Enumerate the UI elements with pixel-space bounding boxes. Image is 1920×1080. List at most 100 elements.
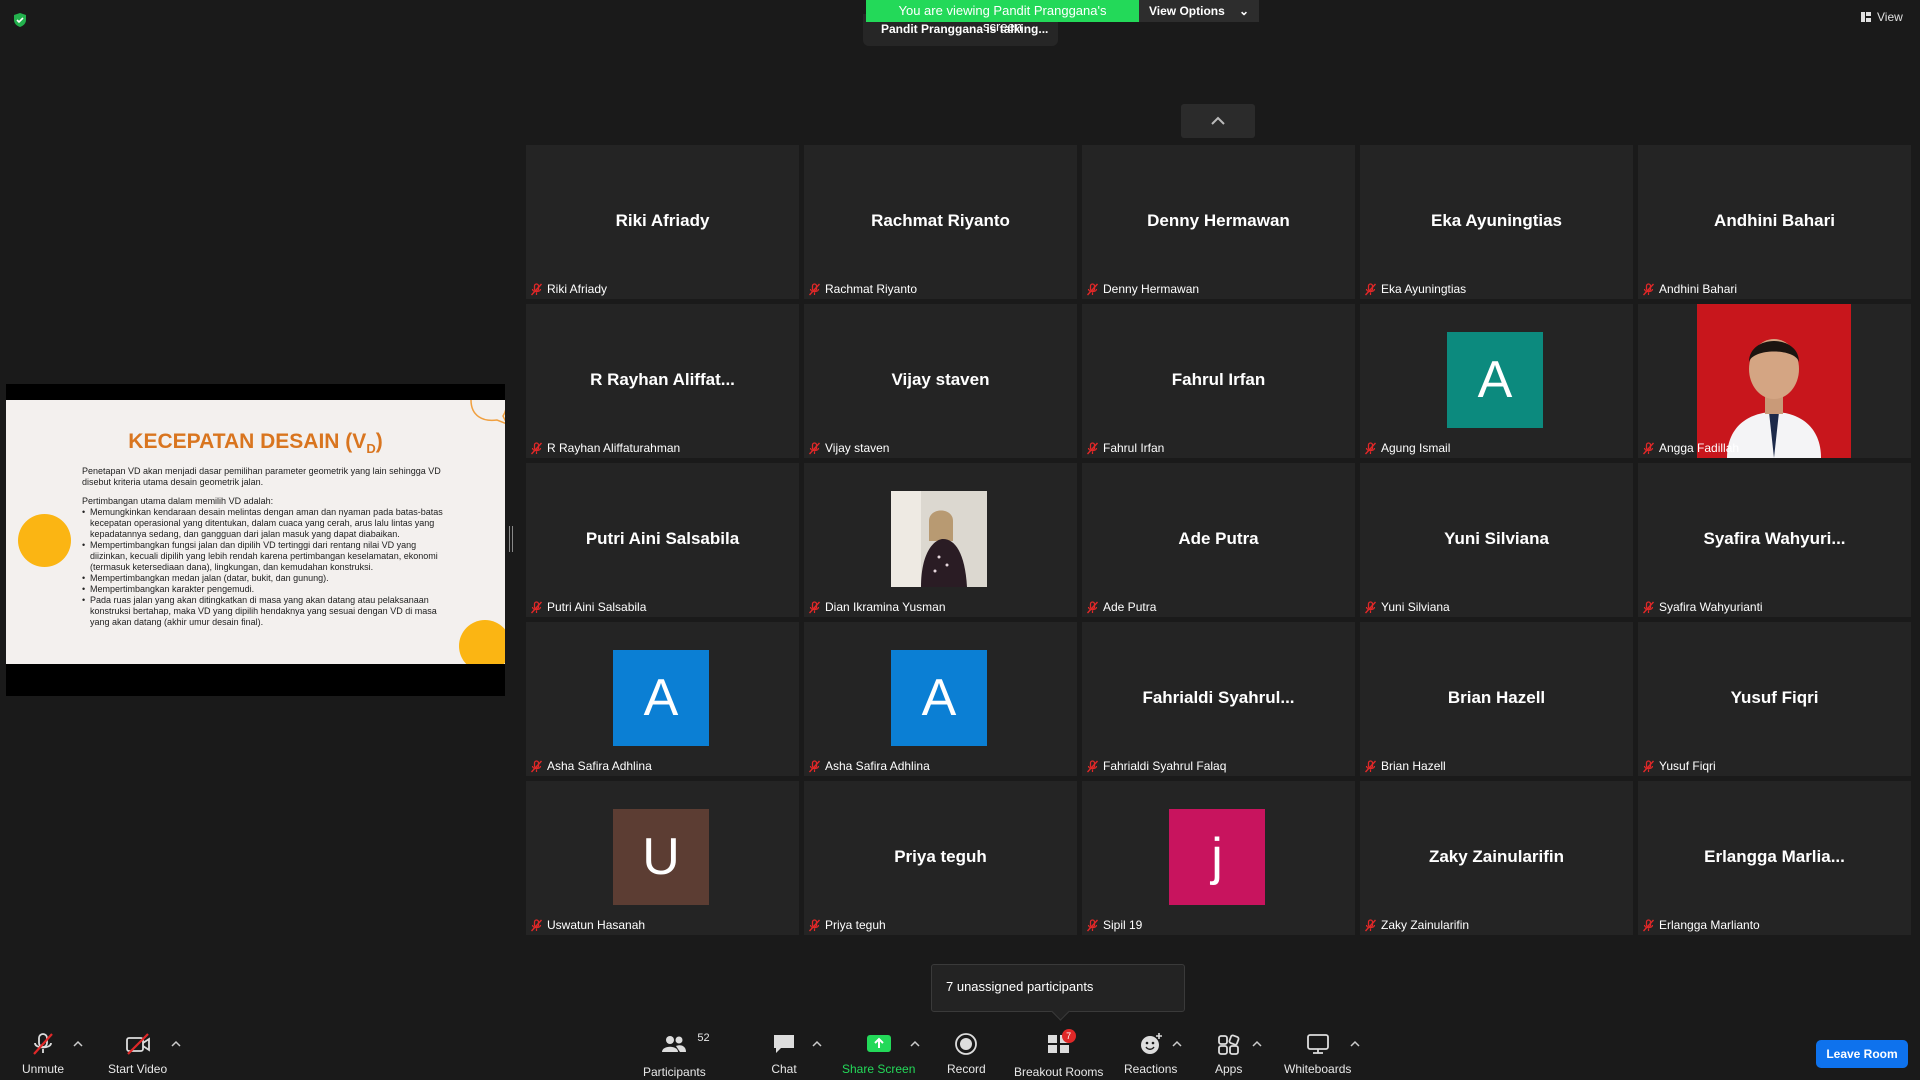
- avatar-initial: A: [921, 669, 957, 727]
- chat-options-chevron-icon[interactable]: [812, 1040, 822, 1048]
- participant-name-label: Uswatun Hasanah: [530, 916, 649, 934]
- participant-name: Angga Fadillah: [1659, 441, 1740, 455]
- apps-button[interactable]: Apps: [1215, 1032, 1242, 1076]
- participant-tile[interactable]: Fahrialdi Syahrul... Fahrialdi Syahrul Fa…: [1082, 622, 1355, 776]
- participant-tile[interactable]: j Sipil 19: [1082, 781, 1355, 935]
- muted-microphone-icon: [1086, 918, 1099, 931]
- chevron-down-icon: ⌄: [1238, 4, 1249, 18]
- participant-tile[interactable]: Zaky Zainularifin Zaky Zainularifin: [1360, 781, 1633, 935]
- whiteboards-options-chevron-icon[interactable]: [1350, 1040, 1360, 1048]
- participants-button[interactable]: 52 Participants: [643, 1032, 710, 1079]
- security-shield-icon[interactable]: [12, 12, 28, 28]
- breakout-rooms-label: Breakout Rooms: [1014, 1065, 1104, 1079]
- participant-name: Riki Afriady: [547, 282, 608, 296]
- participant-tile[interactable]: U Uswatun Hasanah: [526, 781, 799, 935]
- participant-tile[interactable]: Brian Hazell Brian Hazell: [1360, 622, 1633, 776]
- participant-name: Brian Hazell: [1381, 759, 1446, 773]
- muted-microphone-icon: [1642, 759, 1655, 772]
- record-button[interactable]: Record: [947, 1032, 986, 1076]
- view-options-button[interactable]: View Options ⌄: [1139, 0, 1259, 22]
- muted-microphone-icon: [808, 282, 821, 295]
- view-layout-button[interactable]: View: [1860, 10, 1903, 24]
- participant-tile[interactable]: Angga Fadillah: [1638, 304, 1911, 458]
- leave-room-label: Leave Room: [1826, 1047, 1898, 1061]
- audio-options-chevron-icon[interactable]: [73, 1040, 83, 1048]
- participant-tile[interactable]: Vijay staven Vijay staven: [804, 304, 1077, 458]
- participant-display-name: Priya teguh: [894, 847, 987, 866]
- participant-display-name: Fahrul Irfan: [1171, 370, 1266, 389]
- participant-name: Agung Ismail: [1381, 441, 1451, 455]
- reactions-button[interactable]: Reactions: [1124, 1032, 1177, 1076]
- participant-tile[interactable]: Andhini Bahari Andhini Bahari: [1638, 145, 1911, 299]
- whiteboards-button[interactable]: Whiteboards: [1284, 1032, 1351, 1076]
- participant-tile[interactable]: Yuni Silviana Yuni Silviana: [1360, 463, 1633, 617]
- participant-tile[interactable]: Yusuf Fiqri Yusuf Fiqri: [1638, 622, 1911, 776]
- start-video-button[interactable]: Start Video: [108, 1032, 167, 1076]
- participant-name-label: Sipil 19: [1086, 916, 1146, 934]
- unmute-label: Unmute: [22, 1062, 65, 1076]
- slide-title-text: KECEPATAN DESAIN (V: [128, 430, 367, 453]
- participant-name: Asha Safira Adhlina: [547, 759, 652, 773]
- avatar-initial: U: [642, 828, 680, 886]
- share-options-chevron-icon[interactable]: [910, 1040, 920, 1048]
- participant-tile[interactable]: A Agung Ismail: [1360, 304, 1633, 458]
- share-screen-button[interactable]: Share Screen: [842, 1032, 915, 1076]
- slide-body: Penetapan VD akan menjadi dasar pemiliha…: [82, 466, 454, 628]
- participant-tile[interactable]: Syafira Wahyuri... Syafira Wahyurianti: [1638, 463, 1911, 617]
- record-icon: [955, 1033, 978, 1055]
- participant-tile[interactable]: A Asha Safira Adhlina: [526, 622, 799, 776]
- participant-tile[interactable]: Dian Ikramina Yusman: [804, 463, 1077, 617]
- chat-label: Chat: [771, 1062, 797, 1076]
- muted-microphone-icon: [1364, 918, 1377, 931]
- participant-name-label: Vijay staven: [808, 439, 893, 457]
- apps-options-chevron-icon[interactable]: [1252, 1040, 1262, 1048]
- muted-microphone-icon: [1642, 600, 1655, 613]
- participant-tile[interactable]: A Asha Safira Adhlina: [804, 622, 1077, 776]
- participant-display-name: Vijay staven: [891, 370, 990, 389]
- resize-divider-handle[interactable]: [509, 526, 513, 552]
- participant-tile[interactable]: Fahrul Irfan Fahrul Irfan: [1082, 304, 1355, 458]
- breakout-rooms-button[interactable]: 7 Breakout Rooms: [1014, 1029, 1104, 1079]
- muted-microphone-icon: [1364, 282, 1377, 295]
- breakout-rooms-badge: 7: [1061, 1029, 1076, 1043]
- record-label: Record: [947, 1062, 986, 1076]
- decorative-circle: [459, 620, 505, 664]
- reactions-options-chevron-icon[interactable]: [1172, 1040, 1182, 1048]
- scroll-up-button[interactable]: [1181, 104, 1255, 138]
- screen-share-banner: You are viewing Pandit Pranggana's scree…: [866, 0, 1259, 34]
- whiteboards-label: Whiteboards: [1284, 1062, 1352, 1076]
- participant-tile[interactable]: Riki Afriady Riki Afriady: [526, 145, 799, 299]
- muted-microphone-icon: [530, 600, 543, 613]
- leave-room-button[interactable]: Leave Room: [1816, 1040, 1908, 1068]
- participant-tile[interactable]: Rachmat Riyanto Rachmat Riyanto: [804, 145, 1077, 299]
- chat-button[interactable]: Chat: [771, 1032, 797, 1076]
- participant-display-name: R Rayhan Aliffat...: [590, 370, 735, 389]
- participant-avatar: j: [1169, 809, 1265, 905]
- unmute-button[interactable]: Unmute: [22, 1032, 64, 1076]
- participant-display-name: Eka Ayuningtias: [1431, 211, 1562, 230]
- participant-tile[interactable]: R Rayhan Aliffat... R Rayhan Aliffaturahm…: [526, 304, 799, 458]
- participant-tile[interactable]: Putri Aini Salsabila Putri Aini Salsabila: [526, 463, 799, 617]
- grid-view-icon: [1861, 12, 1871, 22]
- participant-name: Uswatun Hasanah: [547, 918, 646, 932]
- shared-screen-view[interactable]: KECEPATAN DESAIN (VD) Penetapan VD akan …: [6, 384, 505, 696]
- participant-tile[interactable]: Erlangga Marlia... Erlangga Marlianto: [1638, 781, 1911, 935]
- popup-text: 7 unassigned participants: [946, 979, 1094, 994]
- microphone-muted-icon: [33, 1033, 53, 1055]
- active-speaker-text: Pandit Pranggana is talking...: [881, 22, 1049, 36]
- participant-display-name: Ade Putra: [1178, 529, 1259, 548]
- muted-microphone-icon: [1642, 282, 1655, 295]
- participant-tile[interactable]: Eka Ayuningtias Eka Ayuningtias: [1360, 145, 1633, 299]
- muted-microphone-icon: [530, 441, 543, 454]
- participant-avatar: A: [891, 650, 987, 746]
- slide-bullet-list: Memungkinkan kendaraan desain melintas d…: [82, 507, 454, 628]
- participant-tile[interactable]: Ade Putra Ade Putra: [1082, 463, 1355, 617]
- participant-display-name: Zaky Zainularifin: [1428, 847, 1565, 866]
- video-options-chevron-icon[interactable]: [171, 1040, 181, 1048]
- presentation-slide: KECEPATAN DESAIN (VD) Penetapan VD akan …: [6, 400, 505, 664]
- participant-name: Priya teguh: [825, 918, 886, 932]
- participant-tile[interactable]: Priya teguh Priya teguh: [804, 781, 1077, 935]
- participant-name: Erlangga Marlianto: [1659, 918, 1760, 932]
- muted-microphone-icon: [1086, 441, 1099, 454]
- participant-tile[interactable]: Denny Hermawan Denny Hermawan: [1082, 145, 1355, 299]
